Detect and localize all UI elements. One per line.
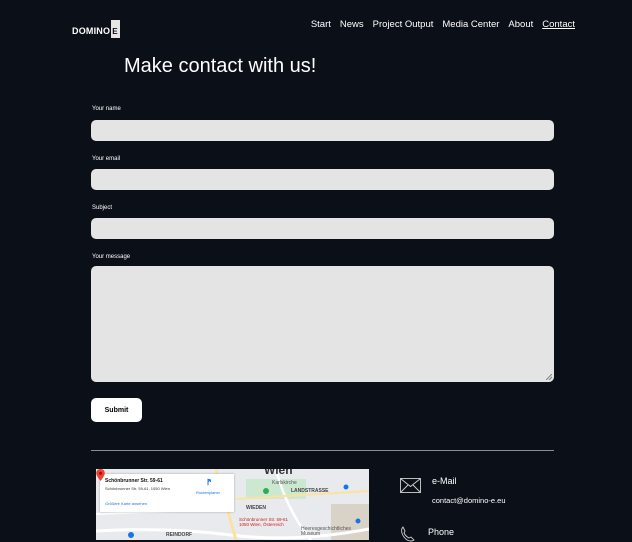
message-textarea[interactable] <box>91 266 554 382</box>
name-label: Your name <box>92 106 121 112</box>
main-nav: Start News Project Output Media Center A… <box>311 19 575 30</box>
map-district-landstrasse: LANDSTRASSE <box>291 488 329 494</box>
map-city-label: Wien <box>264 469 293 477</box>
name-input[interactable] <box>91 120 554 141</box>
page-title: Make contact with us! <box>124 55 317 77</box>
nav-news[interactable]: News <box>340 19 364 30</box>
phone-title: Phone <box>428 527 455 537</box>
envelope-icon <box>400 478 421 493</box>
larger-map-link[interactable]: Größere Karte ansehen <box>105 501 147 506</box>
map-pin-label-line2: 1050 Wien, Österreich <box>239 522 284 527</box>
logo-text: DOMINO <box>72 26 111 36</box>
map-pin-icon[interactable] <box>96 469 105 481</box>
map-district-wieden: WIEDEN <box>246 505 266 511</box>
map-place-name: Schönbrunner Str. 59-61 <box>105 478 163 484</box>
nav-project-output[interactable]: Project Output <box>373 19 434 30</box>
resize-handle-icon[interactable] <box>546 374 552 380</box>
map-place-address: Schönbrunner Str. 59-61, 1050 Wien <box>105 486 170 491</box>
site-logo[interactable]: DOMINO E <box>72 18 121 38</box>
nav-start[interactable]: Start <box>311 19 331 30</box>
email-title: e-Mail <box>432 476 457 486</box>
section-divider <box>91 450 554 451</box>
email-input[interactable] <box>91 169 554 190</box>
email-address-link[interactable]: contact@domino-e.eu <box>432 496 506 505</box>
map-district-reindorf: REINDORF <box>166 532 193 538</box>
map-info-card: Schönbrunner Str. 59-61 Schönbrunner Str… <box>100 474 234 512</box>
embedded-map[interactable]: Wien LANDSTRASSE Karlskirche WIEDEN REIN… <box>96 469 369 540</box>
map-pin-label: Schönbrunner Str. 59-61 1050 Wien, Öster… <box>239 517 288 527</box>
map-poi-museum: Heeresgeschichtliches Museum <box>301 526 352 537</box>
nav-contact[interactable]: Contact <box>542 19 575 30</box>
email-label: Your email <box>92 156 121 162</box>
logo-mark: E <box>111 20 121 38</box>
nav-about[interactable]: About <box>508 19 533 30</box>
message-label: Your message <box>92 254 131 260</box>
nav-media-center[interactable]: Media Center <box>442 19 499 30</box>
directions-icon[interactable] <box>204 478 212 486</box>
map-poi-karlskirche: Karlskirche <box>272 480 297 486</box>
route-planner-link[interactable]: Routenplaner <box>196 490 220 495</box>
subject-label: Subject <box>92 205 113 211</box>
subject-input[interactable] <box>91 218 554 239</box>
site-header: DOMINO E Start News Project Output Media… <box>0 0 632 48</box>
logo-mark-letter: E <box>112 27 118 36</box>
submit-button[interactable]: Submit <box>91 398 142 422</box>
